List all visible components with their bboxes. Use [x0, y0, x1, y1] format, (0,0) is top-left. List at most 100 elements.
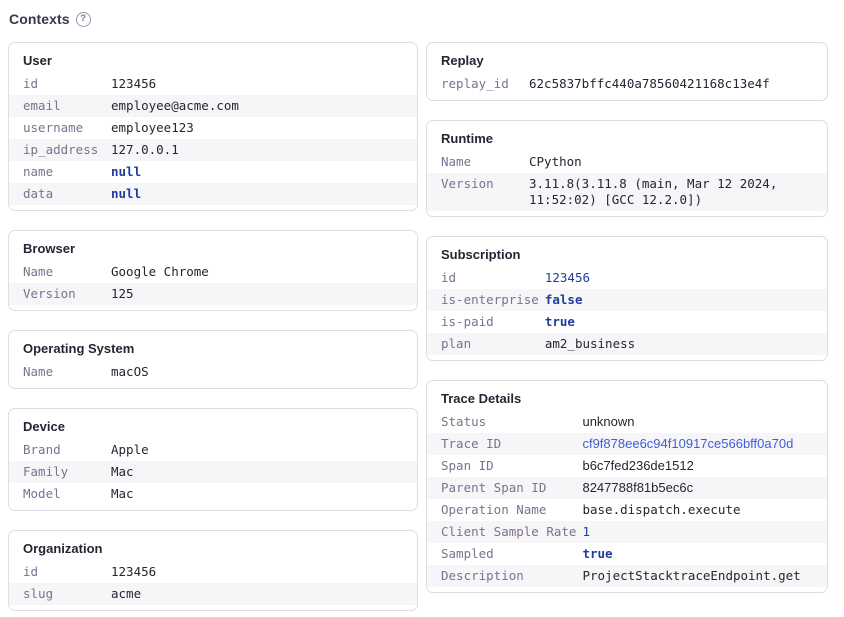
context-row: Version 3.11.8(3.11.8 (main, Mar 12 2024… — [427, 173, 827, 211]
page-title: Contexts — [9, 11, 70, 27]
context-row: is-paid true — [427, 311, 827, 333]
context-key: id — [9, 73, 111, 95]
trace-id-link[interactable]: cf9f878ee6c94f10917ce566bff0a70d — [582, 433, 827, 455]
context-row: Parent Span ID 8247788f81b5ec6c — [427, 477, 827, 499]
context-card-device: Device Brand Apple Family Mac Model Mac — [8, 408, 418, 511]
context-row: Name Google Chrome — [9, 261, 417, 283]
context-table: id 123456 is-enterprise false is-paid tr… — [427, 267, 827, 355]
context-value: 123456 — [111, 561, 417, 583]
contexts-page: Contexts ? User id 123456 email employee… — [0, 0, 844, 617]
context-card-runtime: Runtime Name CPython Version 3.11.8(3.11… — [426, 120, 828, 217]
context-row: data null — [9, 183, 417, 205]
context-row: is-enterprise false — [427, 289, 827, 311]
context-key: Client Sample Rate — [427, 521, 582, 543]
context-table: Name Google Chrome Version 125 — [9, 261, 417, 305]
context-table: Status unknown Trace ID cf9f878ee6c94f10… — [427, 411, 827, 587]
context-table: replay_id 62c5837bffc440a78560421168c13e… — [427, 73, 827, 95]
context-row: ip_address 127.0.0.1 — [9, 139, 417, 161]
context-value: Google Chrome — [111, 261, 417, 283]
page-header: Contexts ? — [8, 11, 828, 27]
context-card-title: Device — [9, 409, 417, 439]
context-row: Status unknown — [427, 411, 827, 433]
context-card-browser: Browser Name Google Chrome Version 125 — [8, 230, 418, 311]
context-key: data — [9, 183, 111, 205]
context-key: Brand — [9, 439, 111, 461]
context-value: Mac — [111, 483, 417, 505]
context-card-title: Runtime — [427, 121, 827, 151]
context-card-replay: Replay replay_id 62c5837bffc440a78560421… — [426, 42, 828, 101]
context-row: Sampled true — [427, 543, 827, 565]
column-right: Replay replay_id 62c5837bffc440a78560421… — [426, 42, 828, 593]
context-key: ip_address — [9, 139, 111, 161]
context-key: Name — [9, 261, 111, 283]
context-key: Span ID — [427, 455, 582, 477]
context-key: Parent Span ID — [427, 477, 582, 499]
context-row: Name macOS — [9, 361, 417, 383]
context-value: 1 — [582, 521, 827, 543]
context-key: Name — [427, 151, 529, 173]
context-row: Brand Apple — [9, 439, 417, 461]
context-key: is-paid — [427, 311, 545, 333]
context-value: b6c7fed236de1512 — [582, 455, 827, 477]
context-value: false — [545, 289, 827, 311]
context-value: Apple — [111, 439, 417, 461]
context-row: id 123456 — [427, 267, 827, 289]
context-table: Name macOS — [9, 361, 417, 383]
context-row: email employee@acme.com — [9, 95, 417, 117]
context-row: Model Mac — [9, 483, 417, 505]
context-card-title: Operating System — [9, 331, 417, 361]
context-row: Family Mac — [9, 461, 417, 483]
context-value: null — [111, 161, 417, 183]
context-card-title: User — [9, 43, 417, 73]
context-key: Description — [427, 565, 582, 587]
context-table: id 123456 slug acme — [9, 561, 417, 605]
context-card-title: Trace Details — [427, 381, 827, 411]
context-row: Trace ID cf9f878ee6c94f10917ce566bff0a70… — [427, 433, 827, 455]
context-key: name — [9, 161, 111, 183]
context-row: id 123456 — [9, 73, 417, 95]
context-card-title: Subscription — [427, 237, 827, 267]
context-value: am2_business — [545, 333, 827, 355]
context-key: replay_id — [427, 73, 529, 95]
context-key: Status — [427, 411, 582, 433]
context-key: is-enterprise — [427, 289, 545, 311]
context-key: plan — [427, 333, 545, 355]
context-value: null — [111, 183, 417, 205]
context-row: Version 125 — [9, 283, 417, 305]
context-value: 3.11.8(3.11.8 (main, Mar 12 2024, 11:52:… — [529, 173, 827, 211]
context-key: slug — [9, 583, 111, 605]
context-value: Mac — [111, 461, 417, 483]
context-row: id 123456 — [9, 561, 417, 583]
context-card-title: Browser — [9, 231, 417, 261]
context-value: macOS — [111, 361, 417, 383]
column-left: User id 123456 email employee@acme.com u… — [8, 42, 418, 611]
context-value: 125 — [111, 283, 417, 305]
context-key: Operation Name — [427, 499, 582, 521]
context-key: Name — [9, 361, 111, 383]
context-card-title: Organization — [9, 531, 417, 561]
context-table: Name CPython Version 3.11.8(3.11.8 (main… — [427, 151, 827, 211]
context-table: Brand Apple Family Mac Model Mac — [9, 439, 417, 505]
context-row: plan am2_business — [427, 333, 827, 355]
context-value: unknown — [582, 411, 827, 433]
context-value: base.dispatch.execute — [582, 499, 827, 521]
context-row: Span ID b6c7fed236de1512 — [427, 455, 827, 477]
context-key: Trace ID — [427, 433, 582, 455]
context-value: true — [582, 543, 827, 565]
question-mark-icon[interactable]: ? — [76, 12, 91, 27]
context-columns: User id 123456 email employee@acme.com u… — [8, 42, 828, 611]
context-value: ProjectStacktraceEndpoint.get — [582, 565, 827, 587]
context-row: username employee123 — [9, 117, 417, 139]
context-key: Sampled — [427, 543, 582, 565]
context-card-user: User id 123456 email employee@acme.com u… — [8, 42, 418, 211]
context-row: replay_id 62c5837bffc440a78560421168c13e… — [427, 73, 827, 95]
context-card-subscription: Subscription id 123456 is-enterprise fal… — [426, 236, 828, 361]
context-value: acme — [111, 583, 417, 605]
context-key: Family — [9, 461, 111, 483]
context-value: true — [545, 311, 827, 333]
context-value: 8247788f81b5ec6c — [582, 477, 827, 499]
context-key: id — [427, 267, 545, 289]
context-card-title: Replay — [427, 43, 827, 73]
context-row: Name CPython — [427, 151, 827, 173]
context-value: 62c5837bffc440a78560421168c13e4f — [529, 73, 827, 95]
